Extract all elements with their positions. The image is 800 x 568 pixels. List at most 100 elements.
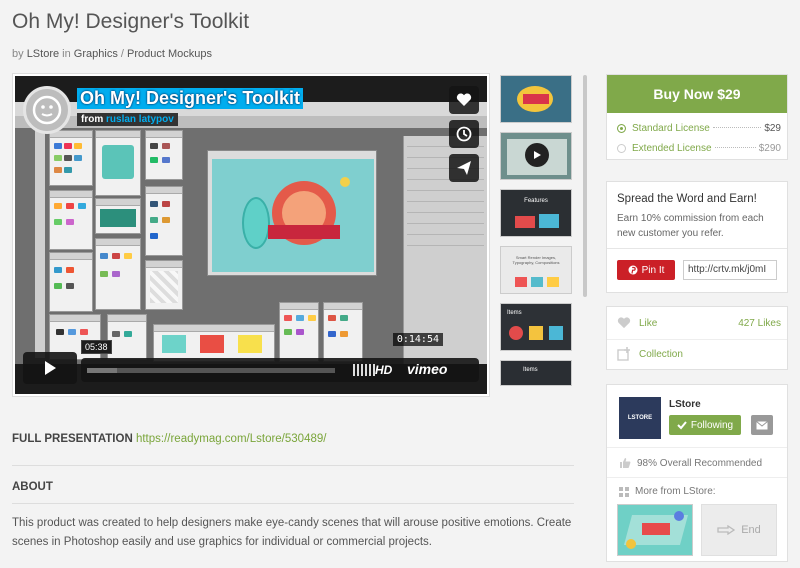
about-heading: ABOUT (12, 481, 53, 493)
license-price: $290 (758, 143, 781, 154)
breadcrumb-in: in (62, 48, 71, 60)
thumbs-up-icon (620, 458, 631, 468)
seller-logo[interactable]: LSTORE (619, 397, 661, 439)
buy-now-button[interactable]: Buy Now $29 (607, 75, 787, 113)
referral-text: Earn 10% commission from each new custom… (617, 213, 764, 239)
end-label: End (741, 524, 761, 536)
breadcrumb: by LStore in Graphics / Product Mockups (12, 48, 212, 60)
grid-icon (619, 486, 629, 497)
clock-icon (456, 126, 472, 142)
pin-it-button[interactable]: Pin It (617, 260, 675, 280)
social-box: Like 427 Likes Collection (606, 306, 788, 370)
radio-icon[interactable] (617, 144, 626, 153)
more-from-seller: More from LStore: (619, 486, 716, 497)
breadcrumb-by: by (12, 48, 24, 60)
thumbnail-label: Features (524, 198, 548, 204)
send-icon (457, 161, 471, 175)
end-of-list-box: End (701, 504, 777, 556)
breadcrumb-author-link[interactable]: LStore (27, 48, 59, 60)
message-seller-button[interactable] (751, 415, 773, 435)
divider (12, 465, 574, 466)
pinterest-icon (628, 265, 638, 275)
breadcrumb-category-link[interactable]: Graphics (74, 48, 118, 60)
vimeo-logo[interactable]: vimeo (407, 361, 447, 377)
play-icon (45, 361, 56, 375)
video-progress-track[interactable] (87, 368, 335, 373)
following-button[interactable]: Following (669, 415, 741, 435)
video-control-bar: HD vimeo (81, 358, 479, 382)
uploader-avatar[interactable] (23, 86, 71, 134)
license-name: Extended License (632, 143, 712, 154)
play-icon (525, 143, 549, 167)
heart-icon (617, 317, 631, 329)
seller-name-link[interactable]: LStore (669, 399, 701, 410)
video-player[interactable]: Oh My! Designer's Toolkit from ruslan la… (15, 76, 487, 394)
preview-thumbnail[interactable]: Features (500, 189, 572, 237)
preview-thumbnail[interactable]: Items (500, 303, 572, 351)
thumbnail-label: Items (523, 367, 538, 373)
pin-it-label: Pin It (641, 264, 665, 276)
license-option-standard[interactable]: Standard License $29 (617, 123, 781, 134)
thumbnail-label: Items (507, 310, 522, 316)
about-text: This product was created to help designe… (12, 517, 572, 548)
video-side-buttons (449, 86, 479, 182)
add-to-collection-button[interactable]: Collection (617, 347, 781, 361)
preview-thumbnails: Features Smart Render Images, Typography… (500, 75, 572, 395)
license-name: Standard License (632, 123, 710, 134)
video-from-label: from (81, 114, 104, 125)
video-header: Oh My! Designer's Toolkit from ruslan la… (23, 86, 303, 134)
face-icon (32, 95, 62, 125)
checkmark-icon (677, 421, 687, 430)
like-label: Like (639, 317, 658, 329)
referral-url-input[interactable]: http://crtv.mk/j0mI (683, 260, 777, 280)
video-author-link[interactable]: ruslan latypov (106, 114, 174, 125)
share-video-button[interactable] (449, 154, 479, 182)
video-title-link[interactable]: Oh My! Designer's Toolkit (77, 88, 303, 109)
volume-icon[interactable] (353, 364, 375, 376)
more-product-thumbnail[interactable] (617, 504, 693, 556)
seller-box: LSTORE LStore Following 98% Overall Reco… (606, 384, 788, 562)
more-from-label: More from LStore: (635, 486, 716, 497)
preview-thumbnail[interactable]: Items (500, 360, 572, 386)
license-price: $29 (764, 123, 781, 134)
video-player-frame: Oh My! Designer's Toolkit from ruslan la… (12, 73, 490, 397)
collection-label: Collection (639, 348, 683, 360)
like-count: 427 Likes (738, 317, 781, 329)
thumbnails-scrollbar[interactable] (583, 75, 587, 297)
full-presentation: FULL PRESENTATION https://readymag.com/L… (12, 433, 326, 445)
video-frame-photoshop (15, 102, 487, 364)
like-video-button[interactable] (449, 86, 479, 114)
recommendation-stat: 98% Overall Recommended (619, 457, 762, 469)
play-button[interactable] (23, 352, 77, 384)
watch-later-button[interactable] (449, 120, 479, 148)
full-presentation-link[interactable]: https://readymag.com/Lstore/530489/ (136, 433, 327, 445)
preview-thumbnail[interactable]: Smart Render Images, Typography, Composi… (500, 246, 572, 294)
thumbnail-label: Smart Render Images, Typography, Composi… (512, 255, 560, 265)
full-presentation-label: FULL PRESENTATION (12, 433, 133, 445)
like-button[interactable]: Like 427 Likes (617, 317, 781, 329)
referral-heading: Spread the Word and Earn! (617, 193, 757, 205)
video-timecode: 0:14:54 (392, 333, 443, 346)
license-option-extended[interactable]: Extended License $290 (617, 143, 781, 154)
envelope-icon (756, 420, 768, 429)
breadcrumb-separator: / (120, 48, 124, 60)
hd-toggle[interactable]: HD (375, 363, 392, 377)
radio-selected-icon[interactable] (617, 124, 626, 133)
preview-thumbnail[interactable] (500, 75, 572, 123)
video-byline: from ruslan latypov (77, 113, 178, 126)
referral-box: Spread the Word and Earn! Earn 10% commi… (606, 181, 788, 293)
collection-add-icon (617, 347, 630, 361)
video-controls: 05:38 HD vimeo (23, 340, 479, 384)
video-progress-fill (87, 368, 117, 373)
page-title: Oh My! Designer's Toolkit (12, 10, 250, 33)
current-time-badge: 05:38 (81, 340, 112, 354)
divider (12, 503, 574, 504)
breadcrumb-subcategory-link[interactable]: Product Mockups (127, 48, 212, 60)
preview-thumbnail-video[interactable] (500, 132, 572, 180)
photoshop-canvas (207, 150, 377, 276)
following-label: Following (690, 419, 734, 431)
recommendation-text: 98% Overall Recommended (637, 457, 763, 469)
pointing-hand-icon (717, 525, 736, 535)
purchase-box: Buy Now $29 Standard License $29 Extende… (606, 74, 788, 160)
heart-icon (456, 93, 472, 106)
